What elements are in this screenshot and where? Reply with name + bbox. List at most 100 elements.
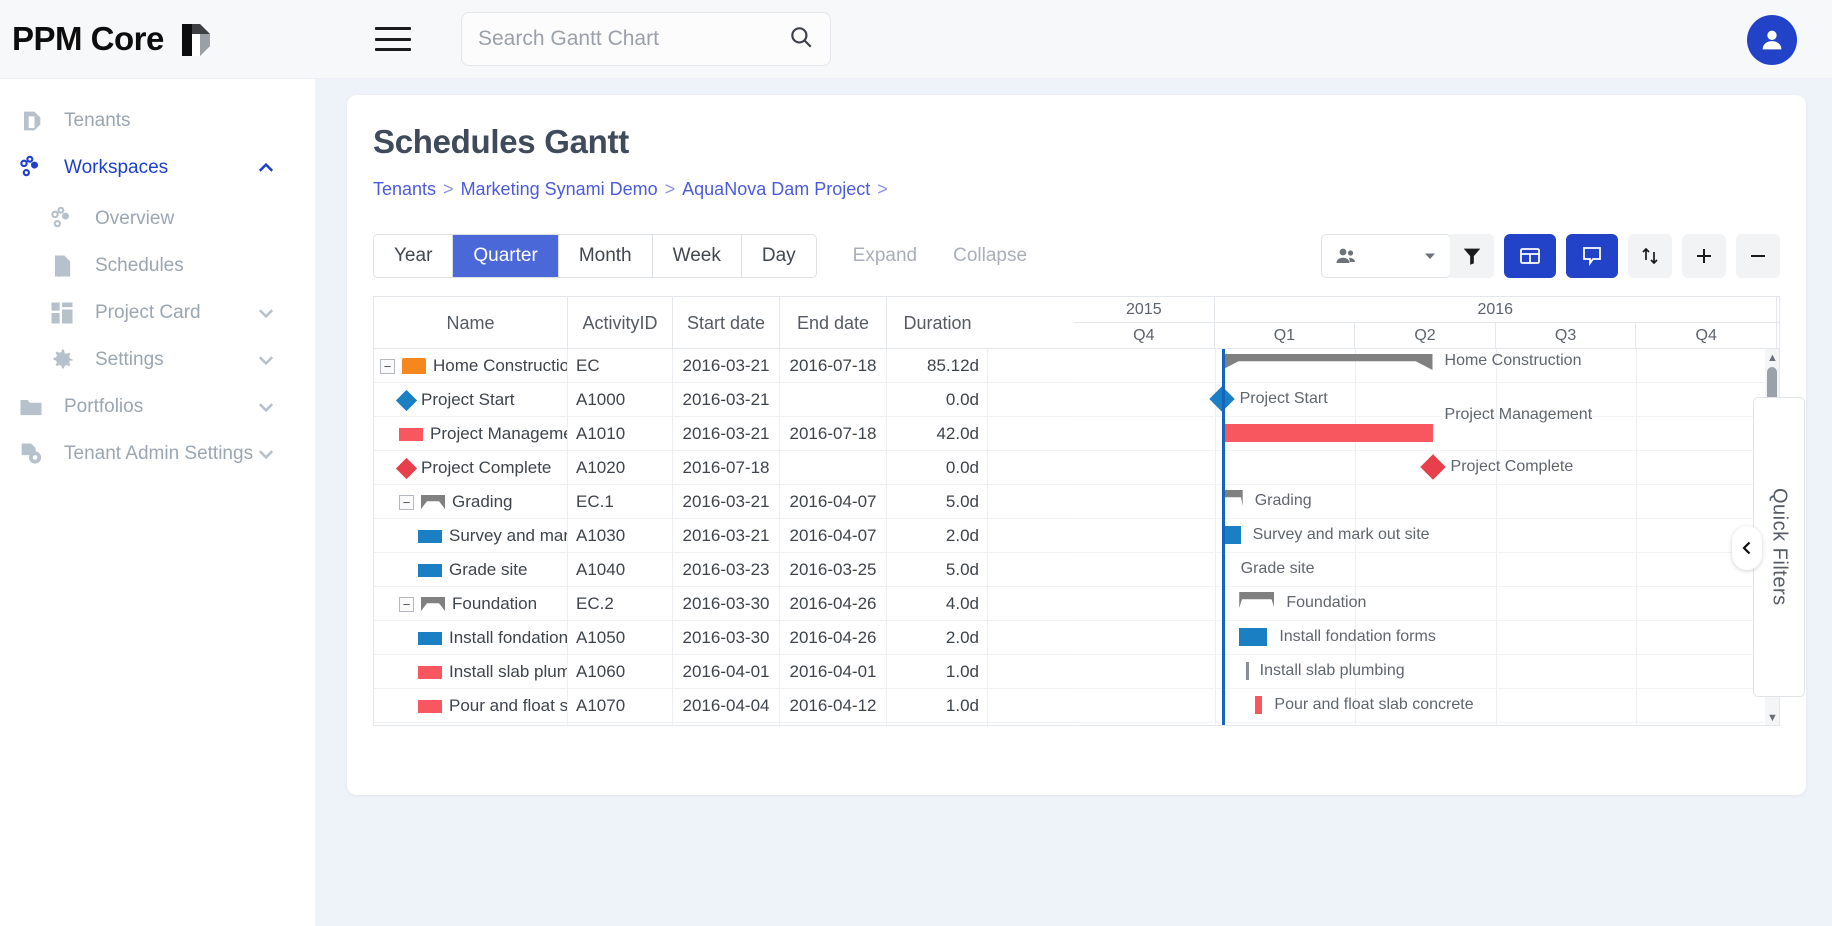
gantt-task-bar[interactable] — [1255, 696, 1263, 714]
column-header-duration[interactable]: Duration — [887, 297, 988, 349]
row-name: Survey and mark out site — [449, 526, 567, 545]
gantt-task-bar[interactable] — [1221, 424, 1433, 442]
breadcrumb-link[interactable]: Tenants — [373, 179, 436, 200]
scroll-up-icon[interactable]: ▲ — [1767, 352, 1778, 364]
chevron-down-icon[interactable] — [257, 445, 275, 463]
table-row[interactable]: − Foundation EC.2 2016-03-30 2016-04-26 4.0d — [374, 587, 1074, 621]
task-swatch — [418, 529, 442, 543]
timescale-segmented-control: Year Quarter Month Week Day — [373, 234, 817, 278]
timeline-year: 2016 — [1215, 297, 1777, 322]
scroll-down-icon[interactable]: ▼ — [1767, 712, 1778, 724]
table-row[interactable]: Survey and mark out siteA10302016-03-212… — [374, 519, 1074, 553]
search-box[interactable] — [461, 12, 831, 66]
columns-button[interactable] — [1504, 234, 1556, 278]
row-expander[interactable]: − — [380, 358, 395, 374]
gantt-milestone[interactable] — [1419, 454, 1446, 480]
row-start-date: 2016-03-30 — [673, 621, 780, 655]
table-row[interactable]: − Home Construction EC 2016-03-21 2016-07-18… — [374, 349, 1074, 383]
gantt-bar-label: Install slab plumbing — [1259, 662, 1405, 679]
expand-button[interactable]: Expand — [853, 245, 917, 267]
table-row[interactable]: −StructureEC.32016-04-142016-07-0124.0d — [374, 723, 1074, 727]
column-header-end-date[interactable]: End date — [780, 297, 887, 349]
quick-filters-panel[interactable]: Quick Filters — [1732, 397, 1805, 697]
chevron-down-icon[interactable] — [257, 304, 275, 322]
row-duration: 4.0d — [887, 587, 988, 621]
row-end-date: 2016-04-12 — [780, 689, 887, 723]
row-start-date: 2016-04-04 — [673, 689, 780, 723]
sidebar-item-label: Project Card — [95, 301, 201, 323]
gantt-summary-bar[interactable] — [1239, 592, 1275, 608]
gantt-bar-label: Project Management — [1444, 406, 1593, 423]
breadcrumb-link[interactable]: Marketing Synami Demo — [461, 179, 658, 200]
breadcrumb-link[interactable]: AquaNova Dam Project — [682, 179, 870, 200]
timeline-rowline — [1074, 518, 1779, 519]
task-swatch — [418, 699, 442, 713]
search-icon[interactable] — [788, 24, 814, 55]
sidebar-item-schedules[interactable]: Schedules — [0, 242, 315, 289]
gantt-toolbar: Year Quarter Month Week Day Expand Collapse — [373, 234, 1780, 278]
column-header-name[interactable]: Name — [374, 297, 568, 349]
sidebar-item-workspaces[interactable]: Workspaces — [0, 144, 315, 191]
row-duration: 2.0d — [887, 519, 988, 553]
sidebar-item-overview[interactable]: Overview — [0, 195, 315, 242]
gantt-card: Schedules Gantt Tenants > Marketing Synami… — [347, 95, 1806, 795]
row-name: Grading — [452, 492, 513, 511]
column-header-start-date[interactable]: Start date — [673, 297, 780, 349]
chevron-down-icon[interactable] — [257, 351, 275, 369]
assignee-select[interactable] — [1321, 234, 1451, 278]
row-expander[interactable]: − — [399, 596, 414, 612]
zoom-out-button[interactable] — [1736, 234, 1780, 278]
timescale-year[interactable]: Year — [374, 235, 454, 277]
sidebar-item-portfolios[interactable]: Portfolios — [0, 383, 315, 430]
timeline-rowline — [1074, 416, 1779, 417]
row-activity-id: A1010 — [568, 417, 673, 451]
gantt-bar-label: Home Construction — [1444, 352, 1582, 369]
gantt-task-bar[interactable] — [1225, 526, 1241, 544]
timescale-day[interactable]: Day — [741, 235, 816, 277]
timescale-quarter[interactable]: Quarter — [453, 235, 559, 277]
row-expander[interactable]: − — [399, 494, 414, 510]
table-row[interactable]: − Grading EC.1 2016-03-21 2016-04-07 5.0d — [374, 485, 1074, 519]
sidebar-item-label: Schedules — [95, 254, 184, 276]
sidebar-item-tenants[interactable]: Tenants — [0, 97, 315, 144]
gantt-task-bar[interactable] — [1239, 628, 1268, 646]
fit-button[interactable] — [1628, 234, 1672, 278]
table-row[interactable]: Project ManagementA10102016-03-212016-07… — [374, 417, 1074, 451]
zoom-in-button[interactable] — [1682, 234, 1726, 278]
hamburger-icon[interactable] — [375, 27, 411, 51]
row-activity-id: EC.2 — [568, 587, 673, 621]
row-end-date: 2016-04-07 — [780, 485, 887, 519]
gantt-summary-bar[interactable] — [1221, 490, 1243, 506]
comments-button[interactable] — [1566, 234, 1618, 278]
search-input[interactable] — [478, 27, 788, 51]
sidebar-item-label: Tenant Admin Settings — [64, 442, 254, 464]
sidebar-item-tenant-admin-settings[interactable]: Tenant Admin Settings — [0, 430, 315, 477]
table-row[interactable]: Pour and float slab concreteA10702016-04… — [374, 689, 1074, 723]
sidebar-item-project-card[interactable]: Project Card — [0, 289, 315, 336]
timeline-rowline — [1074, 586, 1779, 587]
brand-logo[interactable]: PPM Core — [0, 16, 375, 62]
table-row[interactable]: Grade site A1040 2016-03-23 2016-03-25 5.0d — [374, 553, 1074, 587]
table-row[interactable]: Install fondation formsA10502016-03-3020… — [374, 621, 1074, 655]
quick-filters-label: Quick Filters — [1768, 488, 1791, 606]
column-header-activityid[interactable]: ActivityID — [568, 297, 673, 349]
chevron-up-icon[interactable] — [257, 159, 275, 177]
row-duration: 1.0d — [887, 689, 988, 723]
chevron-down-icon[interactable] — [257, 398, 275, 416]
gantt-bar-label: Pour and float slab concrete — [1274, 696, 1474, 713]
gantt-bar-label: Survey and mark out site — [1252, 526, 1430, 543]
avatar[interactable] — [1747, 15, 1797, 65]
timescale-week[interactable]: Week — [652, 235, 742, 277]
quick-filters-toggle[interactable] — [1732, 526, 1762, 570]
filter-button[interactable] — [1450, 234, 1494, 278]
collapse-button[interactable]: Collapse — [953, 245, 1027, 267]
main-content: Schedules Gantt Tenants > Marketing Synami… — [315, 79, 1832, 926]
timeline-years: 2015 2016 — [1074, 297, 1779, 323]
timescale-month[interactable]: Month — [558, 235, 653, 277]
gantt-summary-bar[interactable] — [1221, 354, 1433, 370]
table-row[interactable]: Install slab plumbingA10602016-04-012016… — [374, 655, 1074, 689]
gantt-task-bar[interactable] — [1245, 662, 1249, 680]
table-row[interactable]: Project Start A1000 2016-03-21 0.0d — [374, 383, 1074, 417]
table-row[interactable]: Project Complete A1020 2016-07-18 0.0d — [374, 451, 1074, 485]
sidebar-item-settings[interactable]: Settings — [0, 336, 315, 383]
